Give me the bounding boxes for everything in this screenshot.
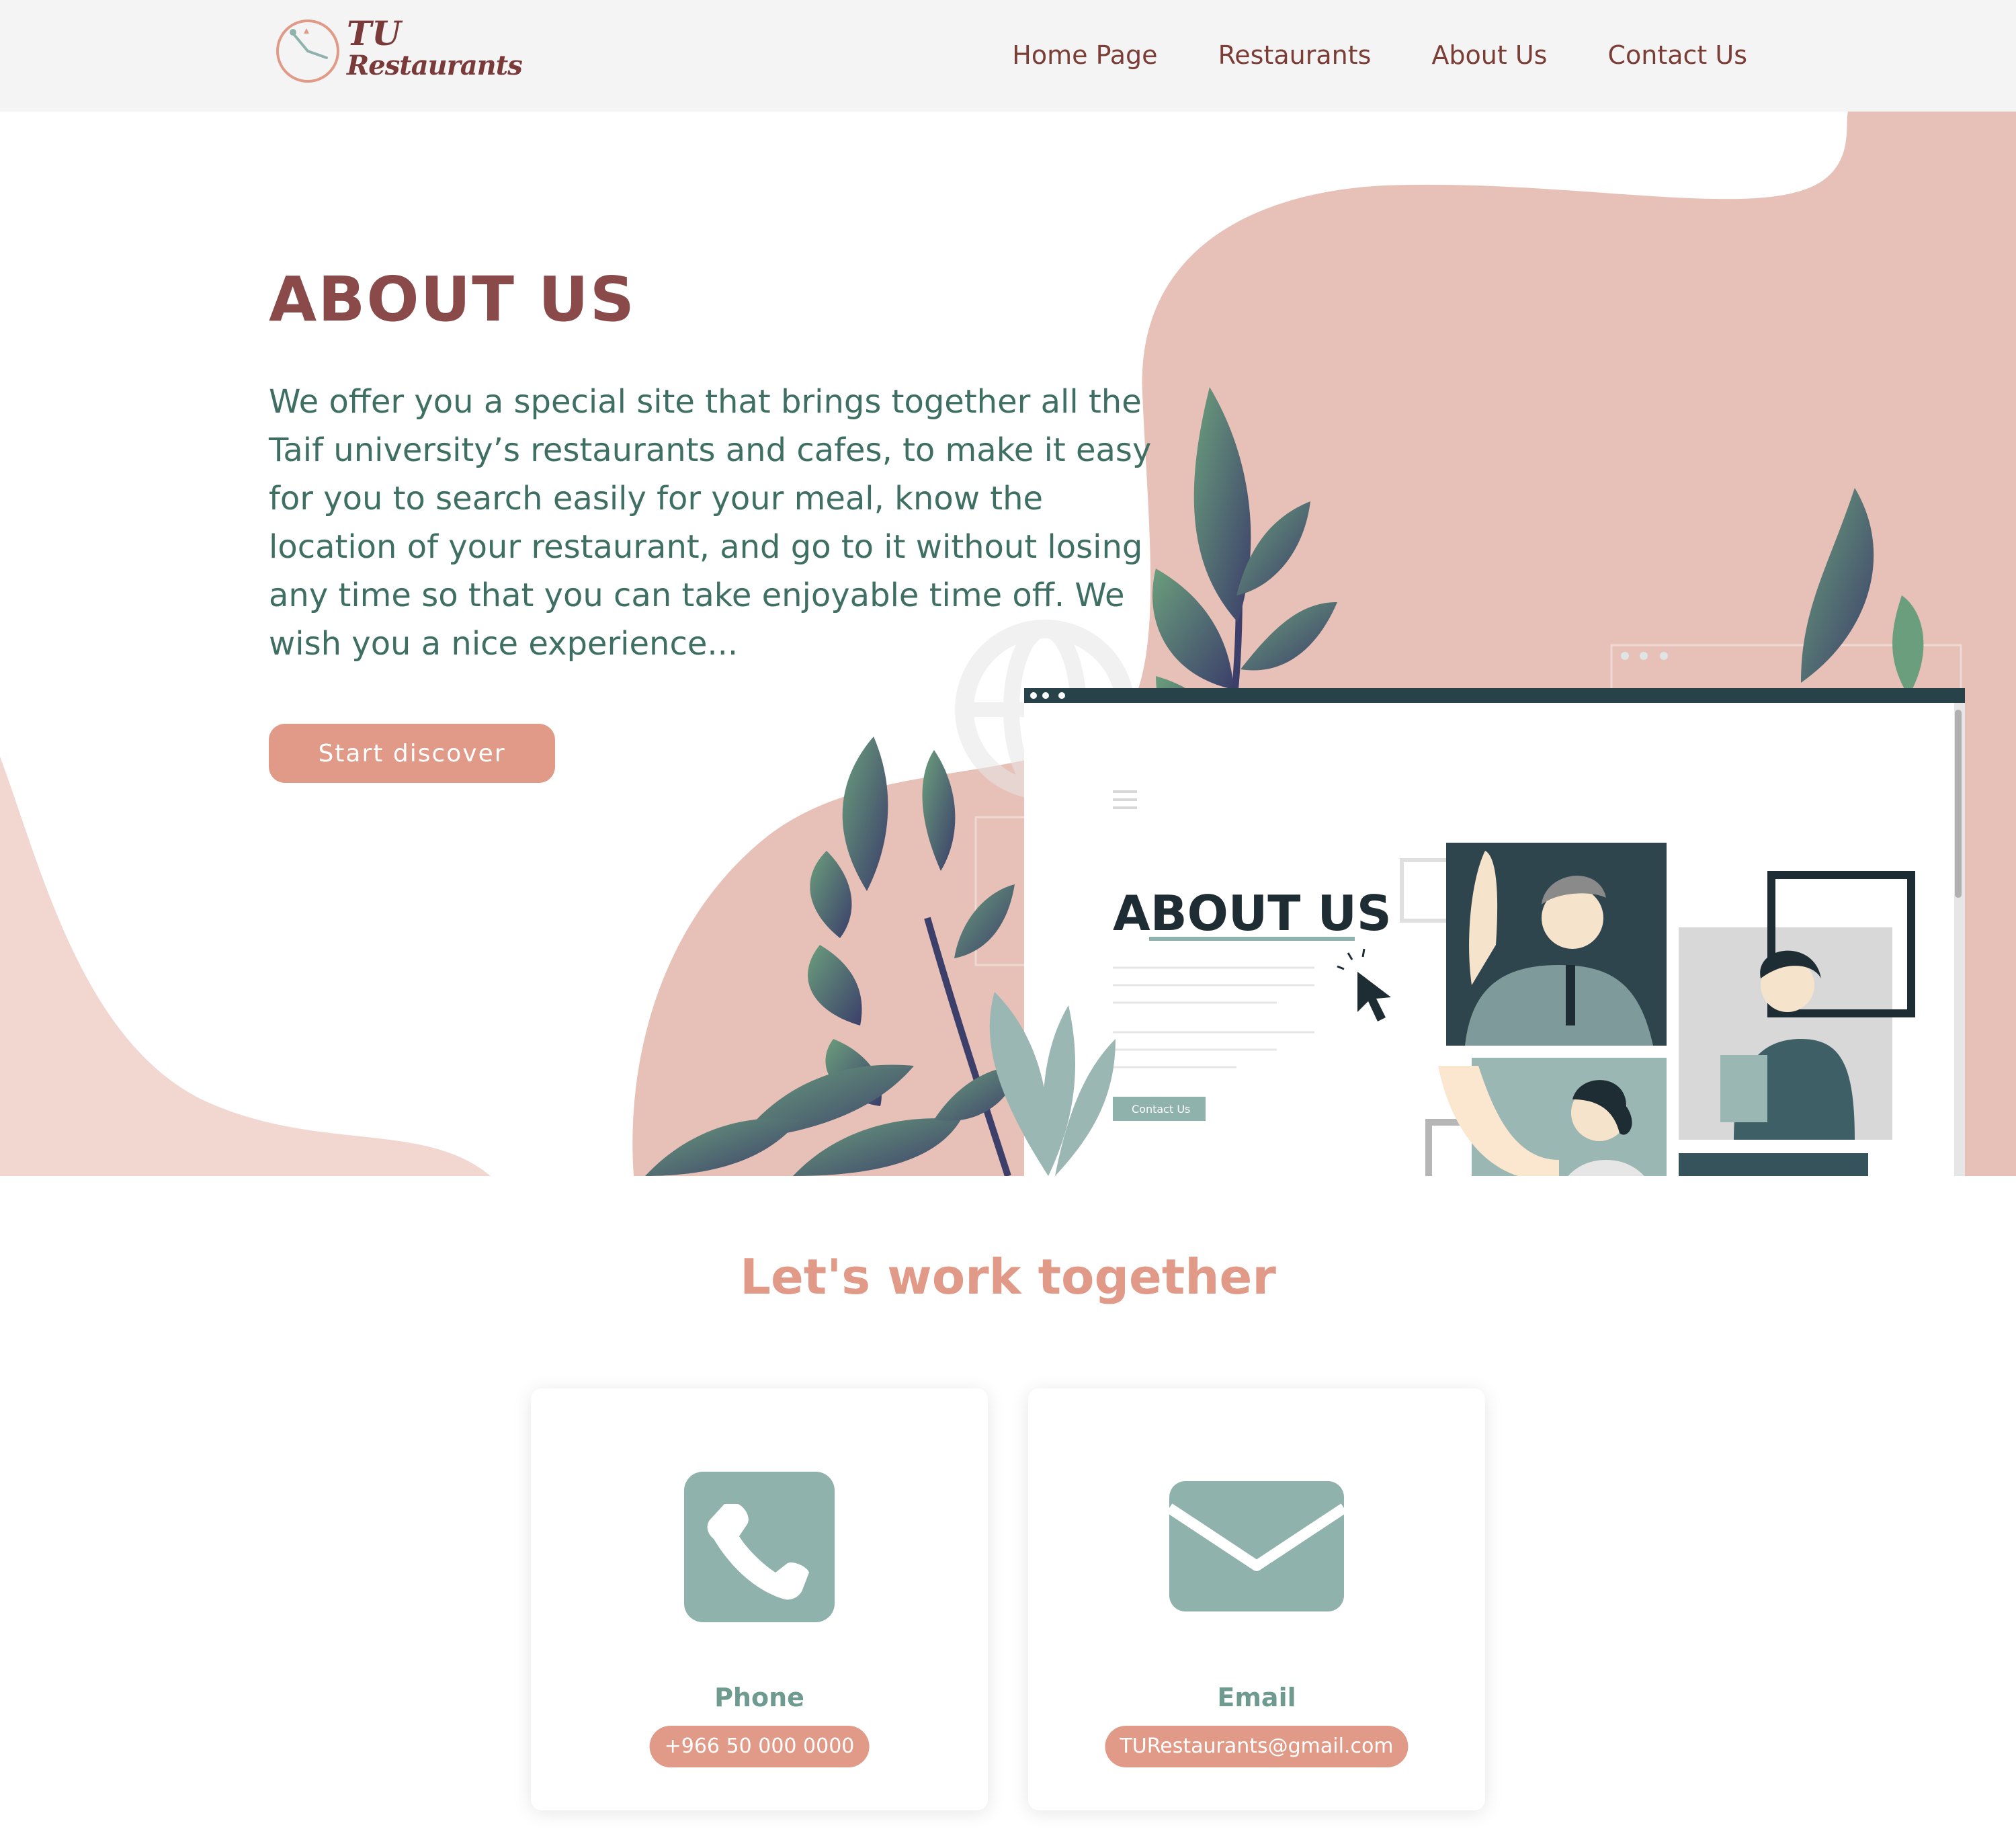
phone-icon [684,1472,835,1622]
nav-link-restaurants[interactable]: Restaurants [1218,40,1372,70]
brand-logo[interactable]: TU Restaurants [274,13,523,91]
nav-link-contact[interactable]: Contact Us [1607,40,1747,70]
illustration-button-label: Contact Us [1132,1103,1190,1116]
phone-card: Phone +966 50 000 0000 [531,1388,988,1810]
email-card: Email TURestaurants@gmail.com [1028,1388,1485,1810]
video-tile-bottom [1679,1153,1868,1176]
phone-label: Phone [714,1683,804,1712]
leaf-right [1801,488,1874,683]
illustration-title: ABOUT US [1113,885,1392,941]
video-tile-woman-waving [1438,1058,1667,1176]
browser-window: ABOUT US Contact Us [1024,688,1965,1176]
leaf-plant-lower [645,737,1021,1176]
main-nav: Home Page Restaurants About Us Contact U… [1012,40,1747,70]
clock-cutlery-icon [276,19,339,83]
envelope-icon [1169,1481,1344,1611]
nav-link-about[interactable]: About Us [1431,40,1547,70]
video-tile-man-glasses [1446,843,1667,1046]
section-title: Let's work together [740,1249,1276,1305]
email-label: Email [1217,1683,1296,1712]
brand-name-line2: Restaurants [347,50,523,81]
navbar: TU Restaurants Home Page Restaurants Abo… [0,0,2016,112]
phone-number[interactable]: +966 50 000 0000 [649,1726,870,1767]
brand-name-line1: TU [347,13,401,53]
hero-illustration: ABOUT US Contact Us [645,387,1965,1176]
leaf-right-small [1892,595,1924,696]
nav-link-home[interactable]: Home Page [1012,40,1157,70]
email-address[interactable]: TURestaurants@gmail.com [1105,1726,1409,1767]
